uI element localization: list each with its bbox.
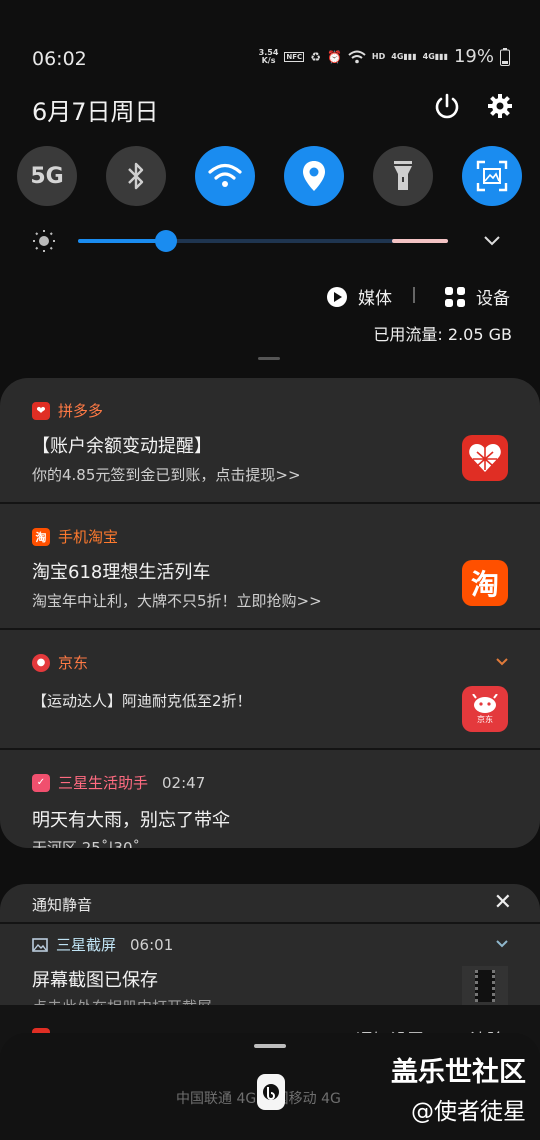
- status-icons: 3.54 K/s NFC ♻ ⏰ HD 4G▮▮▮ 4G▮▮▮ 19%: [259, 46, 510, 67]
- sheet-drag-handle[interactable]: [254, 1044, 286, 1048]
- notification-app-name: 三星截屏: [56, 936, 117, 954]
- silent-header: 通知静音: [32, 896, 93, 914]
- notification-card[interactable]: 三星截屏 06:01 屏幕截图已保存 点击此处在相册中打开截屏: [0, 924, 540, 1016]
- screenshot-thumbnail: [462, 966, 508, 1006]
- jd-large-icon: 京东: [462, 686, 508, 732]
- power-button[interactable]: [432, 92, 462, 122]
- notification-time: 06:01: [130, 935, 174, 954]
- 5g-label: 5G: [30, 163, 64, 189]
- screenshot-icon: [476, 160, 508, 192]
- nfc-icon: NFC: [284, 51, 305, 62]
- media-button[interactable]: 媒体: [326, 284, 392, 309]
- hd-icon: HD: [371, 51, 386, 61]
- devices-label: 设备: [476, 289, 510, 309]
- notification-card[interactable]: ❤ 拼多多 【账户余额变动提醒】 你的4.85元签到金已到账，点击提现>>: [0, 378, 540, 504]
- media-divider: [413, 287, 415, 303]
- toggle-bluetooth[interactable]: [106, 146, 166, 206]
- chevron-down-icon[interactable]: [496, 658, 508, 666]
- alarm-icon: ⏰: [326, 49, 342, 64]
- notification-card[interactable]: ✓ 三星生活助手 02:47 明天有大雨，别忘了带伞 天河区 25˚|30˚: [0, 750, 540, 848]
- status-time: 06:02: [32, 48, 87, 70]
- power-icon: [435, 93, 459, 119]
- brightness-fill: [78, 239, 166, 243]
- signal-icon-sim1: 4G▮▮▮: [391, 51, 417, 61]
- taobao-app-icon: 淘: [32, 527, 50, 546]
- brightness-slider-thumb[interactable]: [155, 230, 177, 252]
- bixby-icon: [263, 1084, 279, 1100]
- date-label: 6月7日周日: [32, 98, 159, 126]
- close-icon[interactable]: ✕: [494, 890, 512, 915]
- location-icon: [303, 161, 325, 191]
- flashlight-icon: [394, 161, 412, 190]
- media-label: 媒体: [358, 289, 392, 309]
- notification-body: 淘宝年中让利，大牌不只5折！立即抢购>>: [32, 592, 322, 610]
- notification-title: 淘宝618理想生活列车: [32, 562, 211, 583]
- bixby-button[interactable]: [257, 1074, 285, 1110]
- gallery-icon: [32, 937, 48, 952]
- play-icon: [327, 286, 347, 307]
- gear-icon: [488, 94, 512, 118]
- chevron-down-icon[interactable]: [484, 236, 500, 246]
- brightness-limit-marker: [392, 239, 448, 243]
- bluetooth-icon: [128, 162, 144, 190]
- taobao-large-icon: 淘: [462, 560, 508, 606]
- notification-app-name: 手机淘宝: [58, 528, 119, 546]
- notification-card[interactable]: ● 京东 【运动达人】阿迪耐克低至2折！ 京东: [0, 630, 540, 750]
- notification-body: 你的4.85元签到金已到账，点击提现>>: [32, 466, 301, 484]
- notification-app-name: 京东: [58, 654, 89, 672]
- notification-body: 【运动达人】阿迪耐克低至2折！: [32, 692, 252, 710]
- notification-title: 明天有大雨，别忘了带伞: [32, 810, 230, 831]
- battery-percent: 19%: [453, 46, 494, 67]
- jd-app-icon: ●: [32, 653, 50, 672]
- notification-app-name: 拼多多: [58, 402, 104, 420]
- toggle-wifi[interactable]: [195, 146, 255, 206]
- recycle-icon: ♻: [310, 49, 321, 64]
- life-assistant-app-icon: ✓: [32, 773, 50, 792]
- battery-icon: [500, 47, 510, 66]
- toggle-location[interactable]: [284, 146, 344, 206]
- jd-icon-text: 京东: [477, 714, 493, 724]
- notification-app-name: 三星生活助手: [58, 774, 149, 792]
- brightness-icon: [33, 230, 55, 252]
- devices-button[interactable]: 设备: [444, 284, 510, 309]
- notification-time: 02:47: [162, 773, 206, 792]
- notification-body: 天河区 25˚|30˚: [32, 839, 140, 848]
- network-speed: 3.54 K/s: [258, 47, 279, 65]
- watermark-title: 盖乐世社区: [391, 1057, 526, 1088]
- devices-grid-icon: [445, 286, 465, 307]
- notification-title: 【账户余额变动提醒】: [32, 436, 212, 457]
- notification-title: 屏幕截图已保存: [32, 970, 158, 991]
- settings-button[interactable]: [486, 92, 516, 122]
- wifi-status-icon: [348, 50, 366, 63]
- pinduoduo-large-icon: [462, 435, 508, 481]
- chevron-down-icon[interactable]: [496, 940, 508, 948]
- toggle-5g[interactable]: 5G: [17, 146, 77, 206]
- toggle-screenshot[interactable]: [462, 146, 522, 206]
- signal-icon-sim2: 4G▮▮▮: [422, 51, 448, 61]
- panel-drag-handle[interactable]: [258, 357, 280, 360]
- notification-panel: ❤ 拼多多 【账户余额变动提醒】 你的4.85元签到金已到账，点击提现>> 淘 …: [0, 378, 540, 848]
- toggle-flashlight[interactable]: [373, 146, 433, 206]
- wifi-icon: [208, 163, 242, 187]
- pinduoduo-app-icon: ❤: [32, 401, 50, 420]
- notification-card[interactable]: 淘 手机淘宝 淘宝618理想生活列车 淘宝年中让利，大牌不只5折！立即抢购>> …: [0, 504, 540, 630]
- watermark-author: @使者徒星: [411, 1099, 526, 1125]
- data-usage-label: 已用流量: 2.05 GB: [373, 325, 512, 344]
